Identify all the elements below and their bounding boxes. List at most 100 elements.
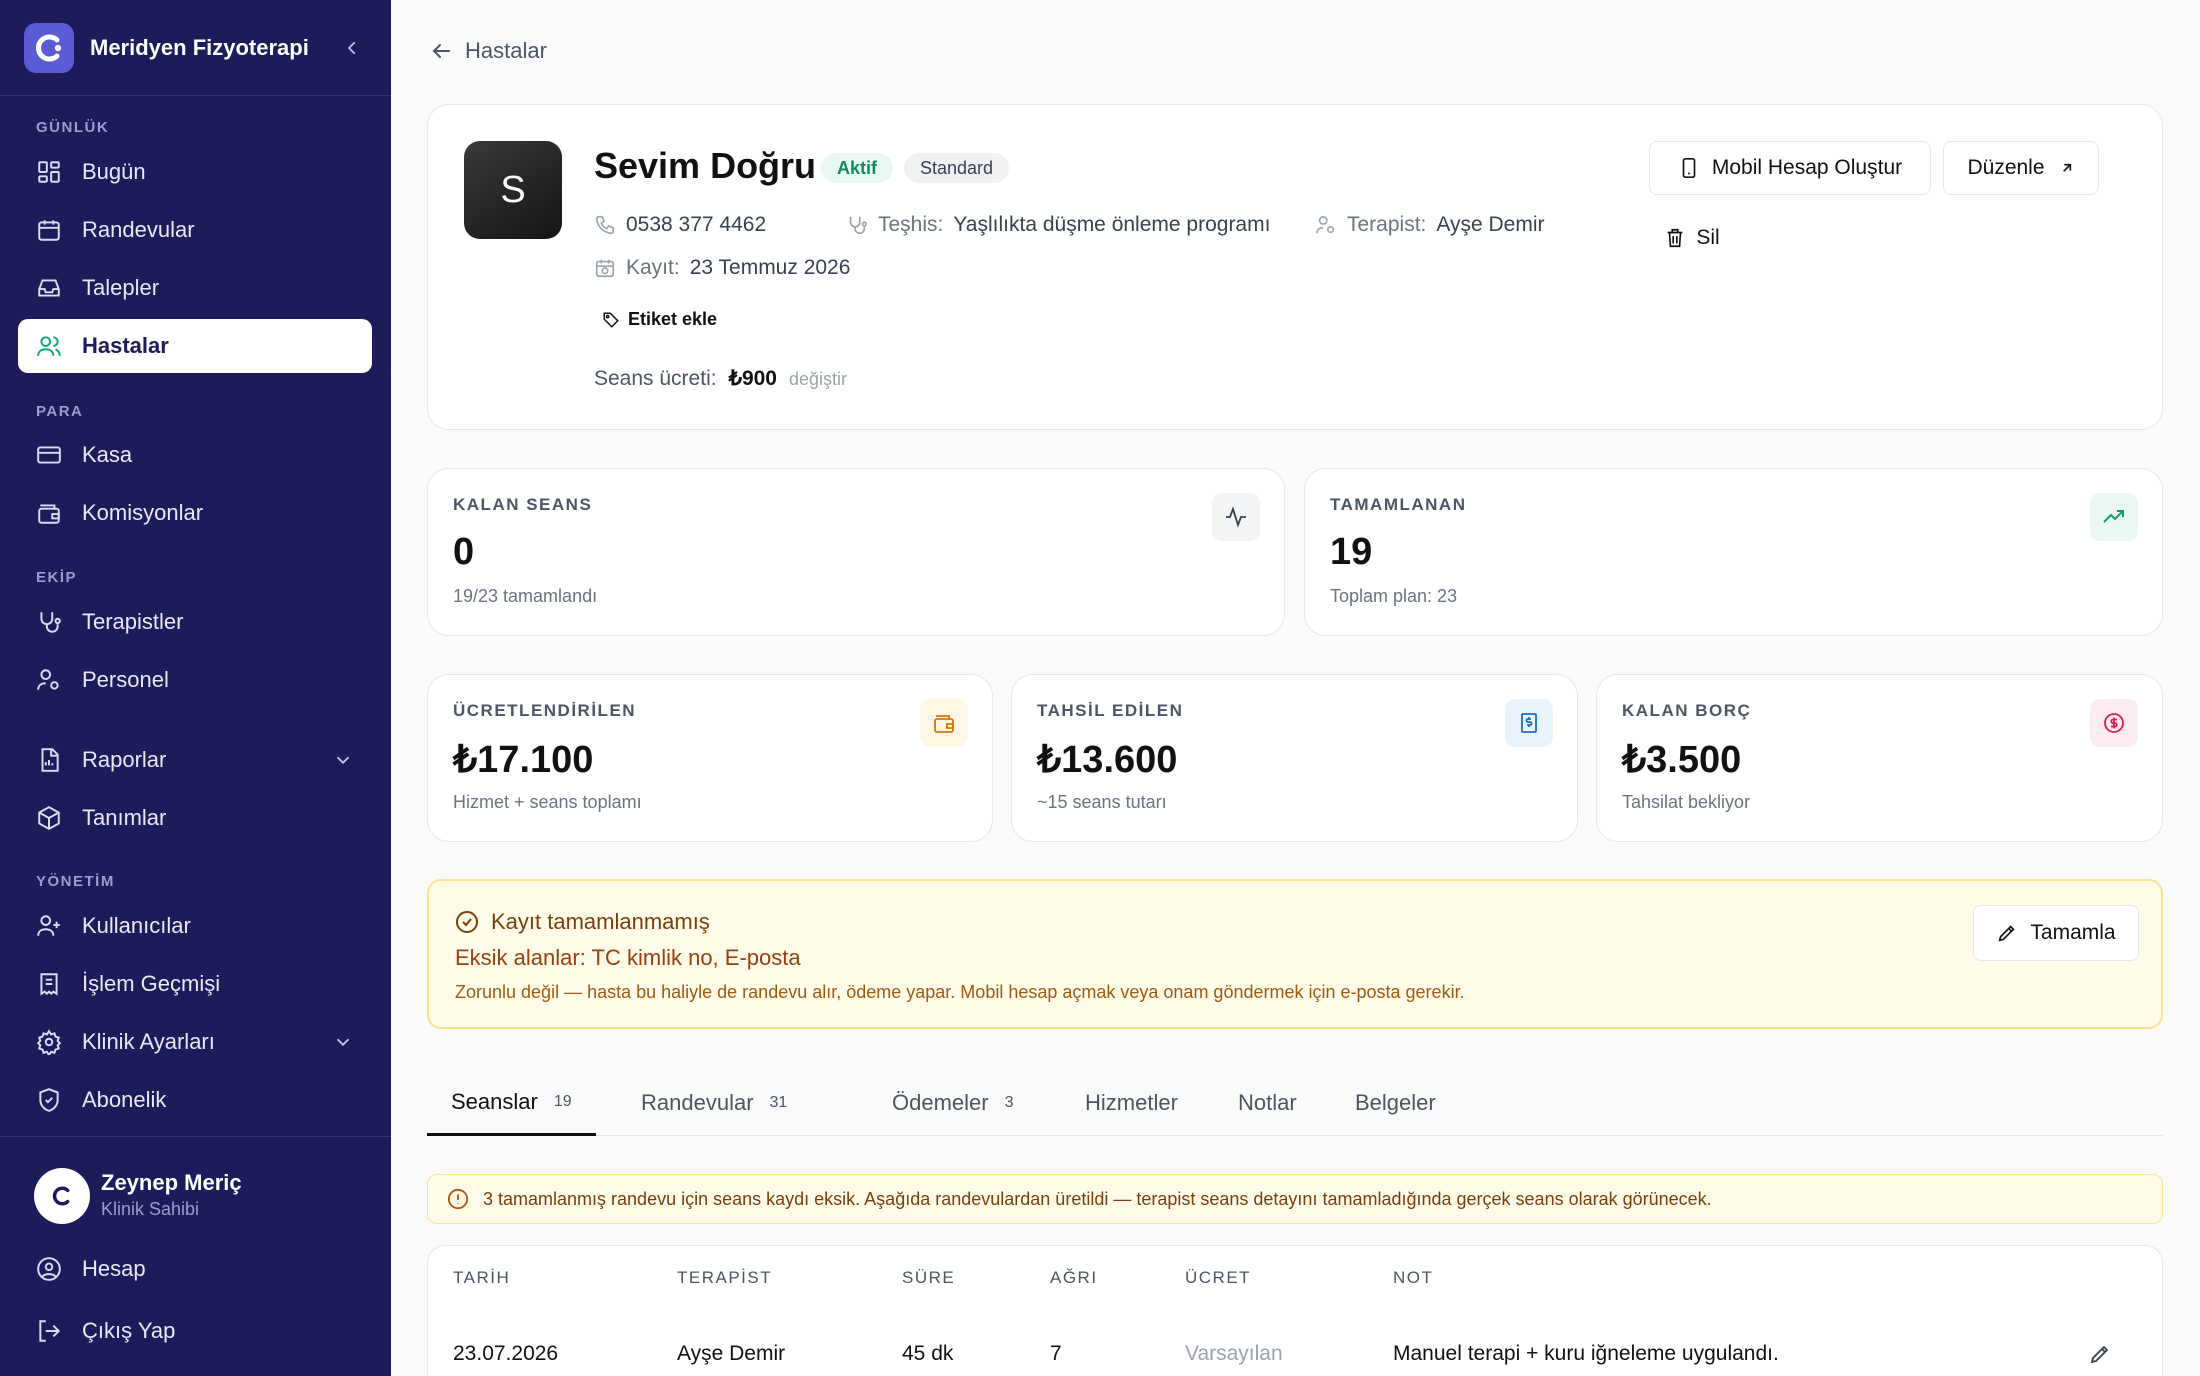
sidebar-item-subscription[interactable]: Abonelik [18,1073,372,1127]
sidebar-item-commissions[interactable]: Komisyonlar [18,486,372,540]
tab-documents[interactable]: Belgeler [1355,1070,1436,1136]
patient-registered: Kayıt: 23 Temmuz 2026 [594,256,850,280]
sidebar-item-label: Klinik Ayarları [82,1029,215,1054]
sidebar-item-users[interactable]: Kullanıcılar [18,899,372,953]
therapist-label: Terapist: [1347,213,1427,236]
add-tag-button[interactable]: Etiket ekle [602,309,717,330]
column-header-pain: AĞRI [1050,1268,1098,1287]
user-plus-icon [37,915,60,936]
sidebar-item-appointments[interactable]: Randevular [18,203,372,257]
gear-icon [36,1029,62,1055]
arrow-left-icon [432,44,450,58]
patient-name: Sevim Doğru [594,145,817,186]
warning-missing-fields: Eksik alanlar: TC kimlik no, E-posta [455,945,801,970]
sidebar-item-staff[interactable]: Personel [18,653,372,707]
sidebar-item-cash[interactable]: Kasa [18,428,372,482]
tab-payments[interactable]: Ödemeler 3 [892,1070,1014,1136]
sidebar-item-requests[interactable]: Talepler [18,261,372,315]
cell-note: Manuel terapi + kuru iğneleme uygulandı. [1393,1342,1779,1365]
arrow-up-right-icon [2062,163,2071,172]
tab-services[interactable]: Hizmetler [1085,1070,1178,1136]
delete-button[interactable]: Sil [1649,211,1735,265]
section-label-team: EKİP [36,569,78,586]
package-icon [38,806,60,830]
stat-value: ₺3.500 [1622,739,1742,781]
stat-value: ₺17.100 [453,739,594,781]
pencil-icon [2090,1345,2109,1364]
chevron-down-icon [336,756,350,765]
column-header-note: NOT [1393,1268,1434,1287]
therapist-value: Ayşe Demir [1436,213,1545,236]
edit-button[interactable]: Düzenle [1943,141,2099,195]
tab-sessions[interactable]: Seanslar 19 [427,1070,596,1136]
cell-duration: 45 dk [902,1342,954,1365]
create-mobile-account-label: Mobil Hesap Oluştur [1711,156,1903,179]
sidebar-item-reports[interactable]: Raporlar [18,733,372,787]
sidebar-item-account[interactable]: Hesap [18,1242,372,1296]
patient-header-card: S Sevim Doğru Aktif Standard 0538 377 44… [427,104,2163,430]
section-label-daily: GÜNLÜK [36,119,110,136]
tab-label: Hizmetler [1085,1090,1178,1115]
tab-label: Belgeler [1355,1090,1436,1115]
edit-row-button[interactable] [2088,1342,2112,1366]
collapse-sidebar-button[interactable] [337,33,367,63]
registered-value: 23 Temmuz 2026 [689,256,851,279]
receipt-icon [40,973,58,996]
change-fee-link[interactable]: değiştir [789,369,847,390]
diagnosis-value: Yaşlılıkta düşme önleme programı [953,213,1271,236]
diagnosis-label: Teşhis: [878,213,944,236]
add-tag-label: Etiket ekle [628,309,718,329]
tab-label: Seanslar [451,1088,538,1114]
sidebar-item-patients[interactable]: Hastalar [18,319,372,373]
tab-notes[interactable]: Notlar [1238,1070,1297,1136]
clinic-name: Meridyen Fizyoterapi [90,34,309,60]
sidebar-item-logout[interactable]: Çıkış Yap [18,1304,372,1358]
stethoscope-icon [40,612,61,633]
patient-tabs: Seanslar 19 Randevular 31 Ödemeler 3 Hiz… [427,1070,2163,1136]
dashboard-icon [38,161,60,183]
sidebar-item-clinic-settings[interactable]: Klinik Ayarları [18,1015,372,1069]
stat-label: ÜCRETLENDİRİLEN [453,701,637,720]
credit-card-icon [37,446,61,464]
trash-icon [1667,228,1683,248]
sidebar-item-definitions[interactable]: Tanımlar [18,791,372,845]
sidebar-item-label: Terapistler [82,609,184,634]
shield-icon [39,1088,59,1112]
sidebar-item-label: Çıkış Yap [82,1318,176,1343]
sidebar-item-history[interactable]: İşlem Geçmişi [18,957,372,1011]
main-content: Hastalar S Sevim Doğru Aktif Standard 05… [391,0,2200,1376]
sidebar-item-label: Personel [82,667,169,692]
create-mobile-account-button[interactable]: Mobil Hesap Oluştur [1649,141,1931,195]
sidebar-item-label: Komisyonlar [82,500,204,525]
warning-note: Zorunlu değil — hasta bu haliyle de rand… [455,982,1465,1002]
sidebar-item-therapists[interactable]: Terapistler [18,595,372,649]
complete-label: Tamamla [2030,921,2116,944]
patient-avatar: S [464,141,562,239]
chevron-down-icon [336,1038,350,1047]
tab-label: Notlar [1238,1090,1297,1115]
stat-sub: Hizmet + seans toplamı [453,792,642,812]
sidebar: Meridyen Fizyoterapi GÜNLÜK Bugün Randev… [0,0,391,1376]
tab-appointments[interactable]: Randevular 31 [641,1070,787,1136]
sidebar-item-label: İşlem Geçmişi [82,971,221,996]
column-header-duration: SÜRE [902,1268,956,1287]
user-avatar[interactable] [34,1168,90,1224]
stat-value: ₺13.600 [1037,739,1178,781]
stat-value: 19 [1330,531,1373,573]
back-link[interactable]: Hastalar [429,38,547,64]
patient-phone-value: 0538 377 4462 [626,213,767,236]
stat-sub: ~15 seans tutarı [1037,792,1167,812]
sidebar-item-today[interactable]: Bugün [18,145,372,199]
stat-sub: Toplam plan: 23 [1330,586,1458,606]
column-header-fee: ÜCRET [1185,1268,1252,1287]
sidebar-item-label: Kullanıcılar [82,913,191,938]
complete-button[interactable]: Tamamla [1973,905,2139,961]
receipt-dollar-icon [1505,699,1553,747]
cell-pain: 7 [1050,1342,1062,1365]
stat-remaining-sessions: KALAN SEANS 0 19/23 tamamlandı [427,468,1285,636]
clinic-logo-icon [52,1186,70,1206]
patient-phone: 0538 377 4462 [594,213,766,237]
section-label-admin: YÖNETİM [36,873,115,890]
registered-label: Kayıt: [626,256,680,279]
chevron-left-icon [347,41,356,54]
